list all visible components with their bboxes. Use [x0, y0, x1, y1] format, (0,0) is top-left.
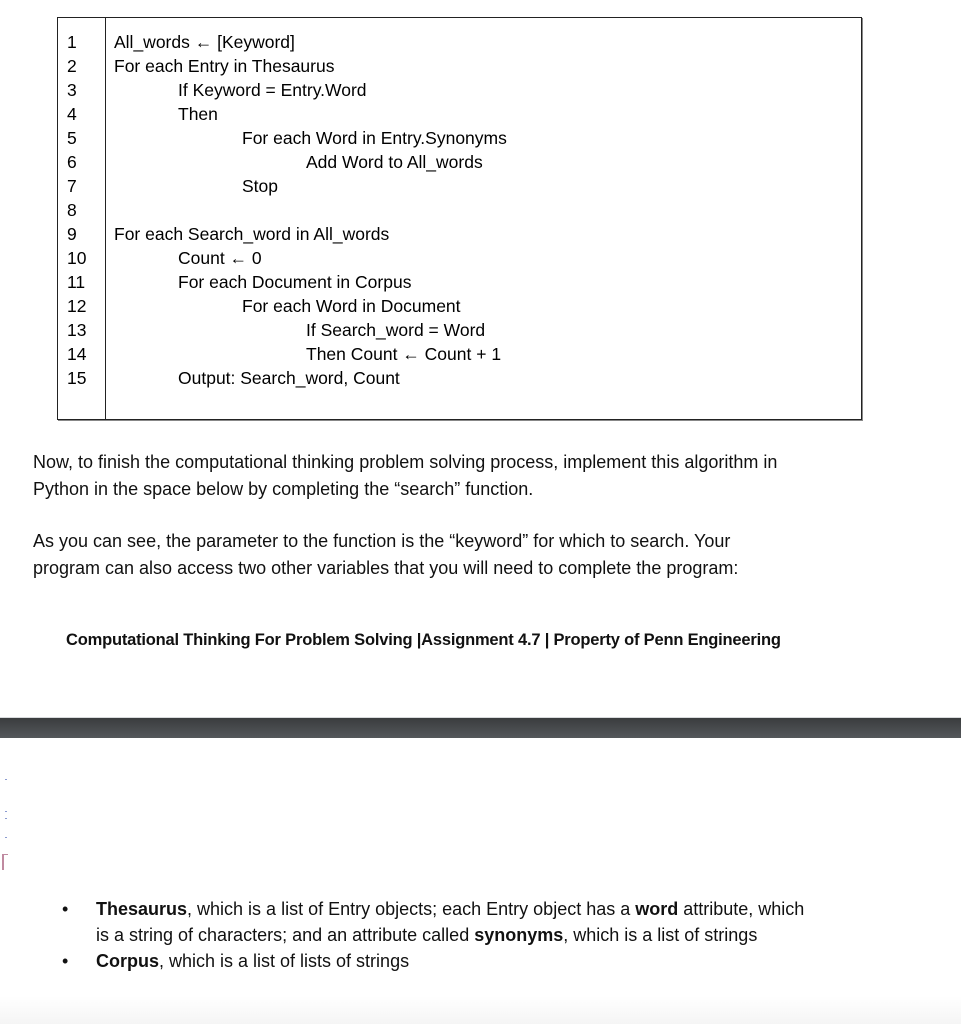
- pseudocode-line: For each Search_word in All_words: [114, 224, 390, 244]
- bold-term: synonyms: [474, 925, 564, 945]
- margin-marker: [5, 837, 7, 838]
- text-cursor-marker: [2, 854, 4, 870]
- paragraph-line: As you can see, the parameter to the fun…: [33, 531, 731, 551]
- line-number: 13: [67, 320, 87, 340]
- pseudocode-line: For each Word in Document: [242, 296, 461, 316]
- bullet-text: , which is a list of Entry objects; each…: [187, 899, 636, 919]
- bullet-dot-icon: •: [62, 951, 69, 971]
- pseudocode-line: If Keyword = Entry.Word: [178, 80, 367, 100]
- bold-term: Thesaurus: [96, 899, 188, 919]
- pseudocode-line: All_words ← [Keyword]: [114, 32, 295, 52]
- pseudocode-line: Then: [178, 104, 218, 124]
- pseudocode-line: Then Count ← Count + 1: [306, 344, 502, 364]
- line-number: 14: [67, 344, 87, 364]
- pseudocode-line: If Search_word = Word: [306, 320, 486, 340]
- algorithm-table: 1 2 3 4 5 6 7 8 9 10 11 12 13 14 15 All_words ← [Keywo…: [57, 17, 862, 420]
- instruction-paragraph-1: Now, to finish the computational thinkin…: [33, 449, 863, 503]
- line-number: 1: [67, 32, 77, 52]
- bullet-item: • Thesaurus, which is a list of Entry obj…: [60, 896, 820, 948]
- line-number: 8: [67, 200, 77, 220]
- pseudocode-line: For each Document in Corpus: [178, 272, 412, 292]
- page-bottom-fade: [0, 996, 961, 1024]
- pseudocode-line: For each Word in Entry.Synonyms: [242, 128, 507, 148]
- line-number-divider: [105, 18, 106, 419]
- line-number: 9: [67, 224, 77, 244]
- pseudocode-line: For each Entry in Thesaurus: [114, 56, 335, 76]
- margin-marker: [5, 779, 7, 780]
- line-number: 15: [67, 368, 87, 388]
- line-number: 5: [67, 128, 77, 148]
- bold-term: word: [635, 899, 679, 919]
- line-number: 6: [67, 152, 77, 172]
- bullet-text: , which is a list of strings: [563, 925, 758, 945]
- bullet-text: , which is a list of lists of strings: [159, 951, 410, 971]
- line-numbers-column: 1 2 3 4 5 6 7 8 9 10 11 12 13 14 15: [67, 30, 86, 390]
- line-number: 10: [67, 248, 87, 268]
- line-number: 11: [67, 272, 86, 292]
- page-break-separator: [0, 717, 961, 739]
- page-footer: Computational Thinking For Problem Solvi…: [66, 631, 781, 649]
- line-number: 12: [67, 296, 87, 316]
- pseudocode-line: Output: Search_word, Count: [178, 368, 400, 388]
- margin-marker: [5, 818, 7, 819]
- pseudocode-line: Stop: [242, 176, 278, 196]
- line-number: 3: [67, 80, 77, 100]
- text-cursor-marker-cap: [2, 854, 8, 855]
- document-page-top: 1 2 3 4 5 6 7 8 9 10 11 12 13 14 15 All_words ← [Keywo…: [0, 0, 961, 718]
- instruction-paragraph-2: As you can see, the parameter to the fun…: [33, 528, 863, 582]
- bold-term: Corpus: [96, 951, 159, 971]
- paragraph-line: program can also access two other variab…: [33, 558, 739, 578]
- bullet-item: • Corpus, which is a list of lists of str…: [60, 948, 820, 974]
- pseudocode-line: Count ← 0: [178, 248, 262, 268]
- paragraph-line: Python in the space below by completing …: [33, 479, 534, 499]
- margin-marker: [5, 811, 7, 812]
- pseudocode-line: [114, 198, 507, 222]
- line-number: 7: [67, 176, 77, 196]
- document-page-bottom: [0, 738, 961, 1024]
- line-number: 2: [67, 56, 77, 76]
- bullet-dot-icon: •: [62, 899, 69, 919]
- line-number: 4: [67, 104, 77, 124]
- pseudocode-line: Add Word to All_words: [306, 152, 483, 172]
- pseudocode-column: All_words ← [Keyword] For each Entry in T…: [114, 30, 507, 390]
- paragraph-line: Now, to finish the computational thinkin…: [33, 452, 778, 472]
- variables-bullet-list: • Thesaurus, which is a list of Entry obj…: [60, 896, 820, 974]
